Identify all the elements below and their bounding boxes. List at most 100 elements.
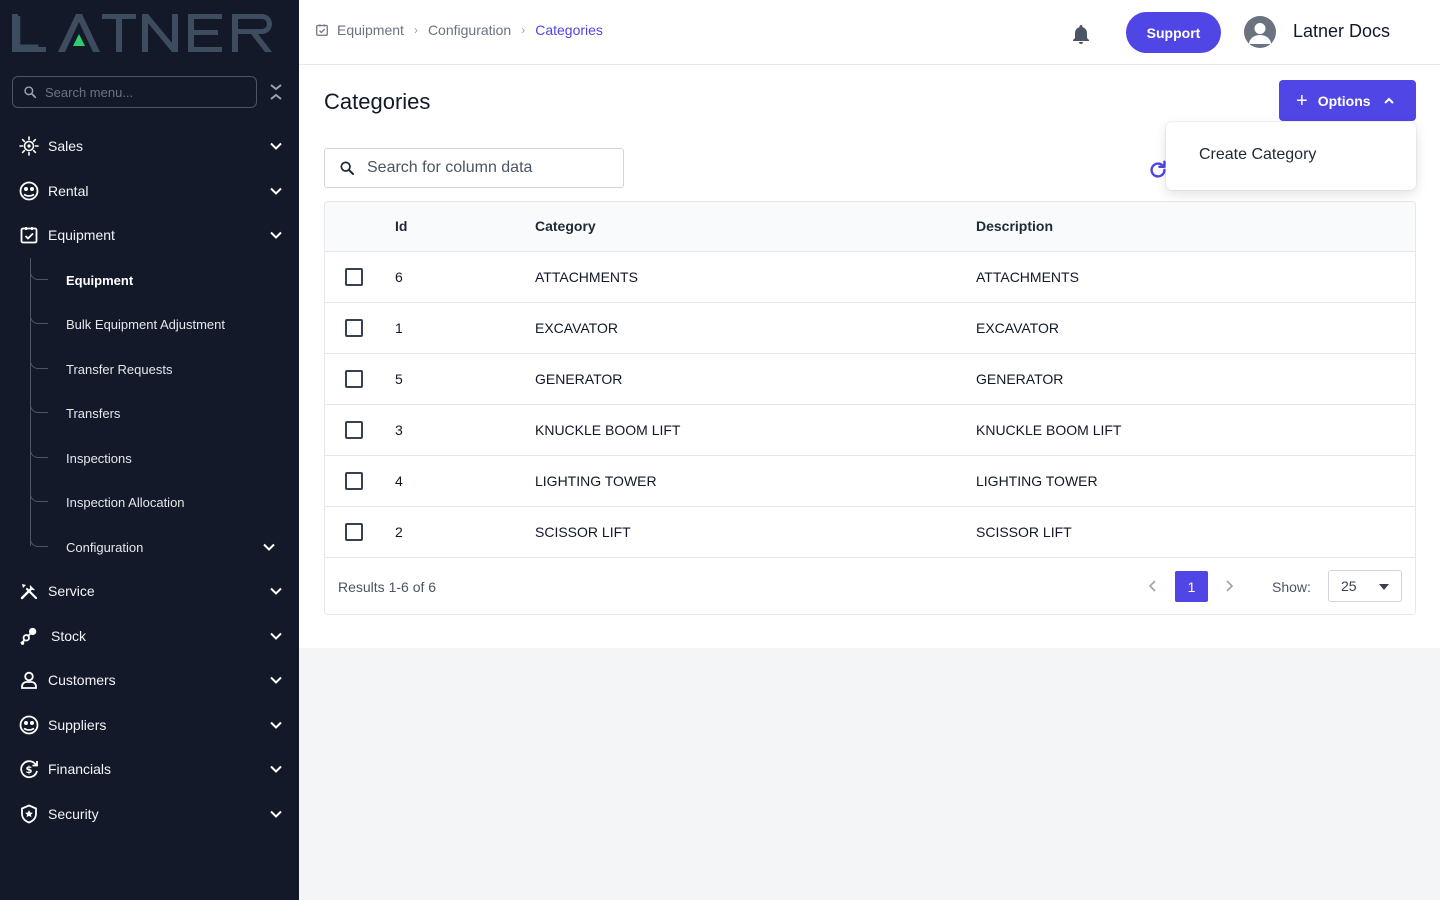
row-checkbox[interactable] [345, 471, 363, 490]
chevron-down-icon [270, 721, 282, 729]
pagination-page-current[interactable]: 1 [1175, 571, 1208, 602]
stock-icon [19, 626, 39, 646]
sidebar-subitem-equipment[interactable]: Equipment [30, 264, 290, 296]
sidebar-subitem-label: Transfers [66, 405, 121, 421]
options-label: Options [1317, 92, 1371, 109]
table-row[interactable]: 6 ATTACHMENTS ATTACHMENTS [325, 251, 1415, 302]
chevron-right-icon[interactable] [1221, 578, 1237, 594]
cell-description: SCISSOR LIFT [976, 523, 1072, 540]
search-icon [340, 161, 354, 175]
sidebar-item-suppliers[interactable]: Suppliers [0, 707, 299, 743]
sidebar-item-security[interactable]: Security [0, 796, 299, 832]
cell-category: GENERATOR [535, 370, 623, 387]
column-header-category[interactable]: Category [535, 202, 976, 252]
sidebar-item-label: Service [48, 583, 95, 599]
breadcrumb: Equipment › Configuration › Categories [315, 22, 603, 38]
chevron-down-icon [263, 543, 275, 551]
user-name[interactable]: Latner Docs [1293, 21, 1390, 42]
sidebar-item-financials[interactable]: $ Financials [0, 751, 299, 787]
page-title: Categories [324, 89, 431, 114]
row-checkbox[interactable] [345, 522, 363, 541]
chevron-down-icon [270, 632, 282, 640]
page-size-label: Show: [1272, 579, 1311, 595]
sidebar-item-equipment[interactable]: Equipment [0, 217, 299, 253]
table-header-row: Id Category Description [325, 202, 1415, 252]
table-row[interactable]: 2 SCISSOR LIFT SCISSOR LIFT [325, 506, 1415, 557]
sidebar-subitem-bulk-equipment-adjustment[interactable]: Bulk Equipment Adjustment [30, 308, 290, 340]
table-footer: Results 1-6 of 6 1 Show: 25 [325, 558, 1415, 614]
cell-id: 1 [395, 319, 403, 336]
support-button[interactable]: Support [1126, 12, 1221, 53]
row-checkbox[interactable] [345, 318, 363, 337]
breadcrumb-item-equipment[interactable]: Equipment [337, 22, 404, 38]
sidebar-item-stock[interactable]: Stock [0, 618, 299, 654]
cell-id: 4 [395, 472, 403, 489]
table-search-input[interactable] [367, 159, 617, 177]
cell-description: EXCAVATOR [976, 319, 1059, 336]
row-checkbox[interactable] [345, 420, 363, 439]
latner-logo[interactable]: L [10, 10, 280, 54]
sidebar-item-label: Suppliers [48, 717, 107, 733]
sidebar-subitem-transfer-requests[interactable]: Transfer Requests [30, 353, 290, 385]
sidebar-item-label: Customers [48, 672, 116, 688]
svg-text:$: $ [26, 765, 33, 776]
page-size-value: 25 [1341, 578, 1357, 594]
sidebar-item-sales[interactable]: Sales [0, 128, 299, 164]
sidebar-item-customers[interactable]: Customers [0, 662, 299, 698]
menu-item-create-category[interactable]: Create Category [1199, 146, 1316, 164]
chevron-up-icon [1383, 97, 1394, 104]
row-checkbox[interactable] [345, 267, 363, 286]
avatar[interactable] [1244, 16, 1276, 48]
sidebar-subitem-transfers[interactable]: Transfers [30, 397, 290, 429]
table-row[interactable]: 4 LIGHTING TOWER LIGHTING TOWER [325, 455, 1415, 506]
sidebar-item-label: Stock [51, 628, 87, 644]
bell-icon[interactable] [1071, 23, 1091, 45]
sidebar-item-label: Sales [48, 138, 84, 154]
page-size-select[interactable]: 25 [1328, 570, 1402, 602]
sidebar-item-label: Equipment [48, 227, 115, 243]
table-row[interactable]: 3 KNUCKLE BOOM LIFT KNUCKLE BOOM LIFT [325, 404, 1415, 455]
chevron-down-icon [270, 187, 282, 195]
sidebar-subitem-label: Transfer Requests [66, 361, 173, 377]
sidebar-subitem-label: Inspections [66, 450, 132, 466]
column-header-description[interactable]: Description [976, 202, 1415, 252]
sidebar-item-label: Rental [48, 183, 89, 199]
cell-description: KNUCKLE BOOM LIFT [976, 421, 1122, 438]
caret-down-icon [1379, 584, 1389, 590]
top-header: Equipment › Configuration › Categories S… [299, 0, 1440, 65]
column-header-id[interactable]: Id [395, 202, 535, 252]
sidebar-item-rental[interactable]: Rental [0, 173, 299, 209]
collapse-sidebar-icon[interactable] [268, 82, 284, 102]
row-checkbox[interactable] [345, 369, 363, 388]
sidebar-subitem-inspection-allocation[interactable]: Inspection Allocation [30, 486, 290, 518]
financials-icon: $ [19, 759, 39, 779]
chevron-down-icon [270, 810, 282, 818]
cell-category: EXCAVATOR [535, 319, 618, 336]
cell-id: 3 [395, 421, 403, 438]
cell-id: 5 [395, 370, 403, 387]
chevron-down-icon [270, 587, 282, 595]
sidebar-subitem-configuration[interactable]: Configuration [30, 531, 290, 563]
cell-description: GENERATOR [976, 370, 1064, 387]
chevron-left-icon[interactable] [1145, 578, 1161, 594]
service-icon [19, 581, 39, 601]
table-row[interactable]: 1 EXCAVATOR EXCAVATOR [325, 302, 1415, 353]
sidebar-item-label: Security [48, 806, 99, 822]
cell-id: 2 [395, 523, 403, 540]
suppliers-icon [19, 715, 39, 735]
equipment-icon [316, 24, 328, 36]
menu-search-input[interactable] [45, 84, 245, 100]
table-row[interactable]: 5 GENERATOR GENERATOR [325, 353, 1415, 404]
sidebar-subitem-inspections[interactable]: Inspections [30, 442, 290, 474]
sidebar-item-service[interactable]: Service [0, 573, 299, 609]
main-content: Categories + Options Create Category Id … [299, 65, 1440, 648]
cell-category: KNUCKLE BOOM LIFT [535, 421, 681, 438]
options-button[interactable]: + Options [1279, 80, 1416, 121]
cell-description: LIGHTING TOWER [976, 472, 1098, 489]
breadcrumb-item-categories[interactable]: Categories [535, 22, 603, 38]
table-search[interactable] [324, 148, 624, 188]
cell-category: ATTACHMENTS [535, 268, 638, 285]
menu-search[interactable] [12, 76, 257, 108]
sidebar-subitem-label: Equipment [66, 272, 134, 288]
breadcrumb-item-configuration[interactable]: Configuration [428, 22, 511, 38]
